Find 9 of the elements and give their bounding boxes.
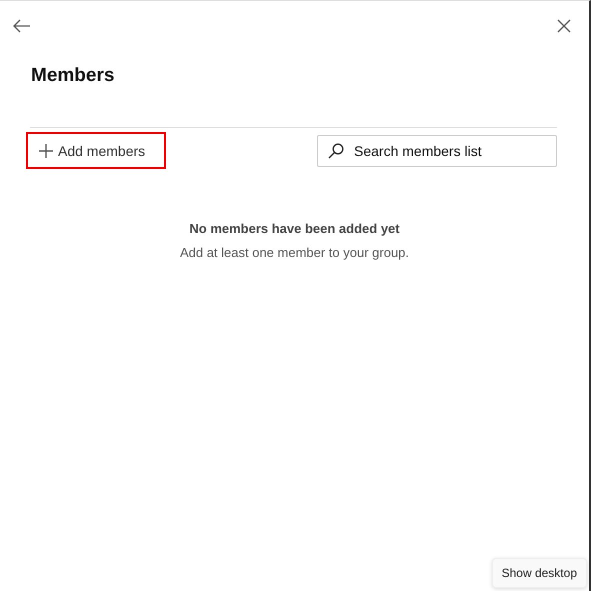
tooltip: Show desktop bbox=[492, 558, 587, 588]
empty-message: Add at least one member to your group. bbox=[180, 245, 410, 260]
panel-title: Members bbox=[31, 65, 116, 87]
back-icon[interactable] bbox=[13, 19, 31, 33]
search-field[interactable]: Search members list bbox=[317, 134, 557, 166]
add-members-button[interactable]: Add members bbox=[26, 132, 166, 169]
empty-heading: No members have been added yet bbox=[189, 221, 400, 236]
close-icon[interactable] bbox=[557, 19, 571, 33]
plus-icon bbox=[38, 142, 54, 158]
